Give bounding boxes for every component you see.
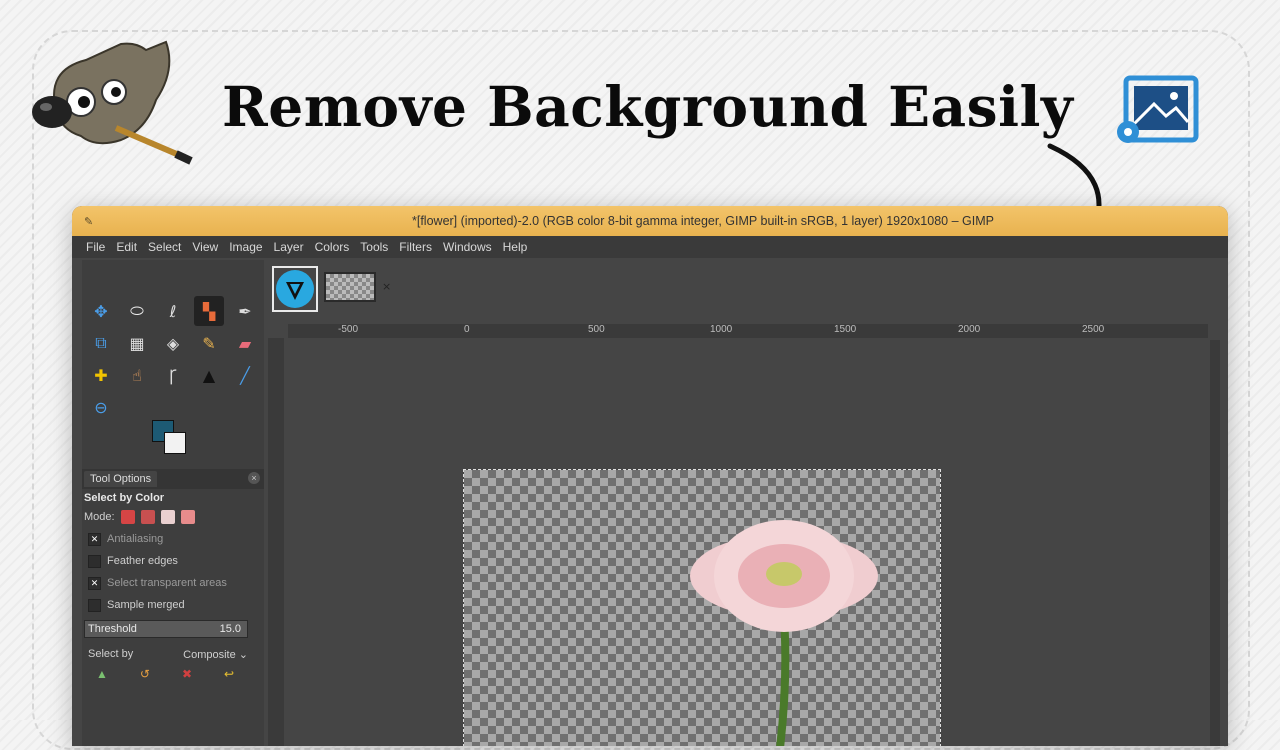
paths-icon[interactable]: ✒ bbox=[230, 296, 260, 326]
tool-options-panel: Select by Color Mode: ✕ Antialiasing Fea… bbox=[82, 490, 264, 681]
tool-name: Select by Color bbox=[84, 492, 165, 504]
vertical-scrollbar[interactable] bbox=[1210, 340, 1220, 746]
antialiasing-label: Antialiasing bbox=[107, 533, 164, 545]
save-preset-icon[interactable]: ▲ bbox=[96, 667, 108, 681]
paint-icon[interactable]: ✎ bbox=[194, 328, 224, 358]
menu-tools[interactable]: Tools bbox=[360, 240, 388, 254]
menu-filters[interactable]: Filters bbox=[399, 240, 432, 254]
image-settings-icon bbox=[1117, 75, 1199, 143]
gimp-window: ✎ *[flower] (imported)-2.0 (RGB color 8-… bbox=[72, 206, 1228, 746]
select-transparent-option[interactable]: ✕ Select transparent areas bbox=[82, 572, 264, 594]
chevron-down-icon: ⌄ bbox=[238, 649, 248, 661]
ruler-tick: 1000 bbox=[710, 324, 733, 335]
sample-merged-label: Sample merged bbox=[107, 599, 185, 611]
gimp-logo-icon bbox=[32, 40, 193, 165]
mode-label: Mode: bbox=[84, 511, 115, 523]
clone-icon[interactable]: ◈ bbox=[158, 328, 188, 358]
move-icon[interactable]: ✥ bbox=[86, 296, 116, 326]
tool-options-buttons: ▲ ↺ ✖ ↩ bbox=[82, 667, 264, 681]
background-color[interactable] bbox=[164, 432, 186, 454]
menu-file[interactable]: File bbox=[86, 240, 105, 254]
close-icon[interactable]: × bbox=[382, 280, 391, 293]
text-icon[interactable]: Ꞅ bbox=[158, 360, 188, 390]
mode-replace-icon[interactable] bbox=[120, 510, 135, 524]
mode-row: Mode: bbox=[82, 506, 264, 528]
antialiasing-option[interactable]: ✕ Antialiasing bbox=[82, 528, 264, 550]
image-tab-flower[interactable] bbox=[324, 272, 376, 302]
menu-image[interactable]: Image bbox=[229, 240, 262, 254]
select-by-label: Select by bbox=[88, 648, 134, 660]
zoom-icon[interactable]: ⊖ bbox=[86, 392, 116, 422]
sample-merged-option[interactable]: Sample merged bbox=[82, 594, 264, 616]
menu-select[interactable]: Select bbox=[148, 240, 181, 254]
menu-edit[interactable]: Edit bbox=[116, 240, 137, 254]
flower-image[interactable] bbox=[463, 469, 941, 746]
free-select-icon[interactable]: ℓ bbox=[158, 296, 188, 326]
feather-edges-option[interactable]: Feather edges bbox=[82, 550, 264, 572]
pick-icon[interactable]: ╱ bbox=[230, 360, 260, 390]
warp-icon[interactable]: ▦ bbox=[122, 328, 152, 358]
menu-layer[interactable]: Layer bbox=[274, 240, 304, 254]
select-transparent-label: Select transparent areas bbox=[107, 577, 227, 589]
window-titlebar[interactable]: ✎ *[flower] (imported)-2.0 (RGB color 8-… bbox=[72, 206, 1228, 236]
gimp-window-icon: ✎ bbox=[84, 215, 94, 228]
eraser-icon[interactable]: ▰ bbox=[230, 328, 260, 358]
feather-edges-label: Feather edges bbox=[107, 555, 178, 567]
menu-colors[interactable]: Colors bbox=[315, 240, 350, 254]
smudge-icon[interactable]: ☝ bbox=[122, 360, 152, 390]
checkbox-checked-icon[interactable]: ✕ bbox=[88, 576, 101, 590]
select-by-dropdown[interactable]: Composite ⌄ bbox=[183, 648, 248, 661]
heal-icon[interactable]: ✚ bbox=[86, 360, 116, 390]
threshold-slider[interactable]: Threshold 15.0 bbox=[84, 620, 248, 638]
window-title: *[flower] (imported)-2.0 (RGB color 8-bi… bbox=[412, 214, 994, 228]
close-icon[interactable]: × bbox=[248, 472, 260, 484]
toolbox-panel: ✥ ⬭ ℓ ▚ ✒ ⧉ ▦ ◈ ✎ ▰ ✚ ☝ Ꞅ ▲ ╱ ⊖ Tool Opt… bbox=[82, 260, 264, 746]
checkbox-checked-icon[interactable]: ✕ bbox=[88, 532, 101, 546]
tab-tool-options[interactable]: Tool Options bbox=[84, 471, 158, 487]
page-title: Remove Background Easily bbox=[222, 74, 1074, 139]
vertical-ruler bbox=[268, 338, 284, 746]
checkbox-icon[interactable] bbox=[88, 554, 101, 568]
flower-graphic bbox=[690, 520, 878, 746]
tool-options-tabbar: Tool Options × bbox=[82, 469, 264, 489]
menu-windows[interactable]: Windows bbox=[443, 240, 492, 254]
ruler-tick: 1500 bbox=[834, 324, 857, 335]
select-by-value: Composite bbox=[183, 649, 236, 661]
dodge-icon[interactable]: ▲ bbox=[194, 360, 224, 390]
color-swatches[interactable] bbox=[152, 420, 192, 460]
threshold-value[interactable]: 15.0 bbox=[220, 623, 241, 635]
crop-icon[interactable]: ⧉ bbox=[86, 328, 116, 358]
ruler-tick: 2500 bbox=[1082, 324, 1105, 335]
restore-icon[interactable]: ↺ bbox=[140, 667, 150, 681]
ellipse-select-icon[interactable]: ⬭ bbox=[122, 296, 152, 326]
threshold-label: Threshold bbox=[88, 623, 137, 635]
ruler-tick: 0 bbox=[464, 324, 470, 335]
mode-subtract-icon[interactable] bbox=[160, 510, 175, 524]
delete-icon[interactable]: ✖ bbox=[182, 667, 192, 681]
checkbox-icon[interactable] bbox=[88, 598, 101, 612]
menu-bar: File Edit Select View Image Layer Colors… bbox=[72, 236, 1228, 258]
ruler-tick: -500 bbox=[338, 324, 359, 335]
menu-view[interactable]: View bbox=[192, 240, 218, 254]
select-by-color-icon[interactable]: ▚ bbox=[194, 296, 224, 326]
select-by-row: Select by Composite ⌄ bbox=[82, 648, 264, 661]
menu-help[interactable]: Help bbox=[503, 240, 528, 254]
mode-intersect-icon[interactable] bbox=[180, 510, 195, 524]
image-tab-logo[interactable] bbox=[272, 266, 318, 312]
logo-thumbnail-icon bbox=[276, 270, 314, 308]
horizontal-ruler: -500 0 500 1000 1500 2000 2500 bbox=[288, 324, 1208, 338]
mode-add-icon[interactable] bbox=[140, 510, 155, 524]
reset-icon[interactable]: ↩ bbox=[224, 667, 234, 681]
ruler-tick: 500 bbox=[588, 324, 605, 335]
image-canvas-area: × -500 0 500 1000 1500 2000 2500 bbox=[268, 260, 1226, 746]
ruler-tick: 2000 bbox=[958, 324, 981, 335]
image-tabs: × bbox=[272, 266, 391, 322]
